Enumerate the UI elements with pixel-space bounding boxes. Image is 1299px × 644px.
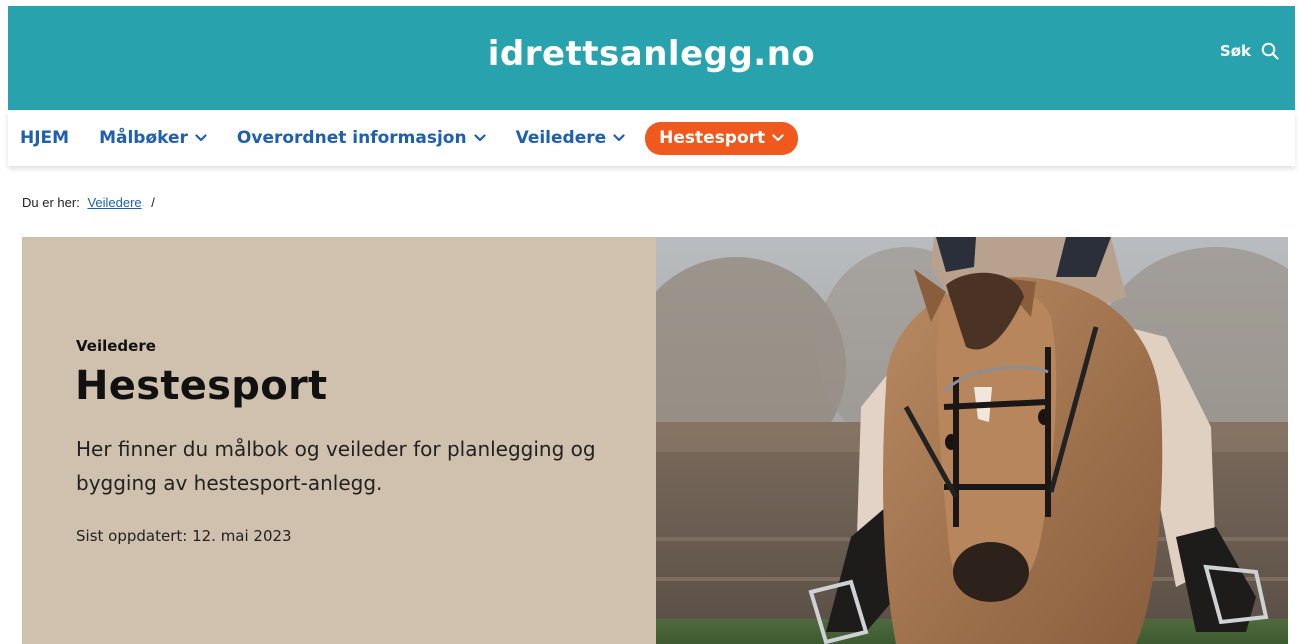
chevron-down-icon	[772, 133, 784, 141]
chevron-down-icon	[613, 134, 625, 142]
nav-item-label: Veiledere	[515, 128, 607, 148]
nav-item-label: Overordnet informasjon	[236, 128, 467, 148]
search-icon	[1261, 42, 1279, 60]
hero: Veiledere Hestesport Her finner du målbo…	[22, 237, 1288, 644]
breadcrumb-link-veiledere[interactable]: Veiledere	[87, 195, 141, 210]
nav-item-label: Målbøker	[99, 128, 188, 148]
page-title: Hestesport	[75, 363, 328, 409]
hero-text-panel: Veiledere Hestesport Her finner du målbo…	[22, 237, 656, 644]
hero-lead: Her finner du målbok og veileder for pla…	[76, 437, 596, 495]
breadcrumb-separator: /	[151, 195, 155, 210]
search-button[interactable]: Søk	[1220, 42, 1279, 60]
nav-item-hestesport[interactable]: Hestesport	[645, 121, 799, 155]
breadcrumb: Du er her: Veiledere /	[22, 195, 155, 210]
nav-item-veiledere[interactable]: Veiledere	[516, 128, 626, 148]
nav-item-label: HJEM	[20, 128, 70, 148]
chevron-down-icon	[195, 134, 207, 142]
horse-rider-photo	[656, 237, 1288, 644]
nav-item-overordnet-informasjon[interactable]: Overordnet informasjon	[237, 128, 486, 148]
search-label: Søk	[1219, 42, 1251, 60]
nav-item-hjem[interactable]: HJEM	[20, 128, 69, 148]
nav-item-label: Hestesport	[659, 127, 766, 148]
site-header: idrettsanlegg.no Søk	[8, 6, 1295, 110]
nav-item-malboker[interactable]: Målbøker	[99, 128, 207, 148]
main-nav: HJEM Målbøker Overordnet informasjon Vei…	[8, 110, 1295, 166]
breadcrumb-prefix: Du er her:	[22, 195, 80, 210]
last-updated: Sist oppdatert: 12. mai 2023	[76, 527, 292, 545]
hero-kicker: Veiledere	[76, 337, 156, 355]
chevron-down-icon	[473, 134, 486, 142]
site-title[interactable]: idrettsanlegg.no	[8, 34, 1295, 74]
